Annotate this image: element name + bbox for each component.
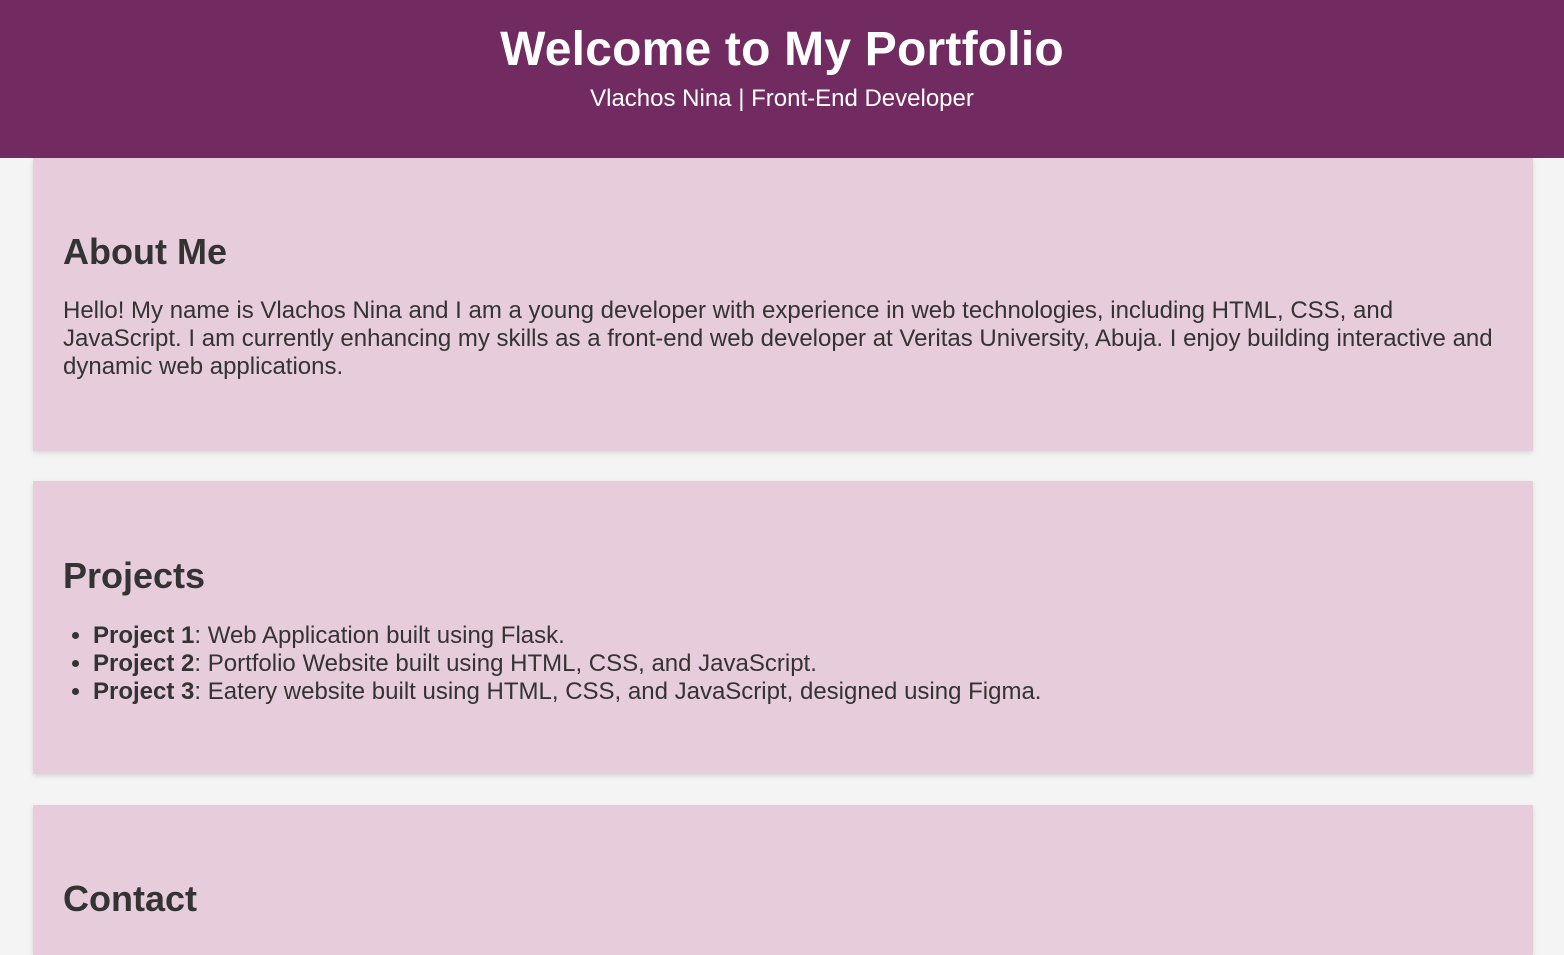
- project-name: Project 2: [93, 650, 195, 677]
- about-heading: About Me: [63, 231, 227, 272]
- about-text: Hello! My name is Vlachos Nina and I am …: [63, 297, 1493, 380]
- page-title: Welcome to My Portfolio: [500, 23, 1064, 76]
- list-item: Project 3: Eatery website built using HT…: [93, 678, 1041, 706]
- contact-section: Contact: [33, 805, 1533, 955]
- project-description: : Portfolio Website built using HTML, CS…: [194, 650, 817, 677]
- list-item: Project 1: Web Application built using F…: [93, 622, 1041, 650]
- project-description: : Eatery website built using HTML, CSS, …: [194, 678, 1042, 705]
- site-header: Welcome to My Portfolio Vlachos Nina | F…: [0, 0, 1564, 158]
- project-name: Project 3: [93, 678, 195, 705]
- project-description: : Web Application built using Flask.: [194, 622, 565, 649]
- list-item: Project 2: Portfolio Website built using…: [93, 650, 1041, 678]
- project-name: Project 1: [93, 622, 195, 649]
- projects-section: Projects Project 1: Web Application buil…: [33, 481, 1533, 774]
- projects-list: Project 1: Web Application built using F…: [63, 622, 1041, 706]
- projects-heading: Projects: [63, 555, 206, 596]
- about-section: About Me Hello! My name is Vlachos Nina …: [33, 158, 1533, 451]
- contact-heading: Contact: [63, 878, 197, 919]
- page-subtitle: Vlachos Nina | Front-End Developer: [590, 85, 974, 112]
